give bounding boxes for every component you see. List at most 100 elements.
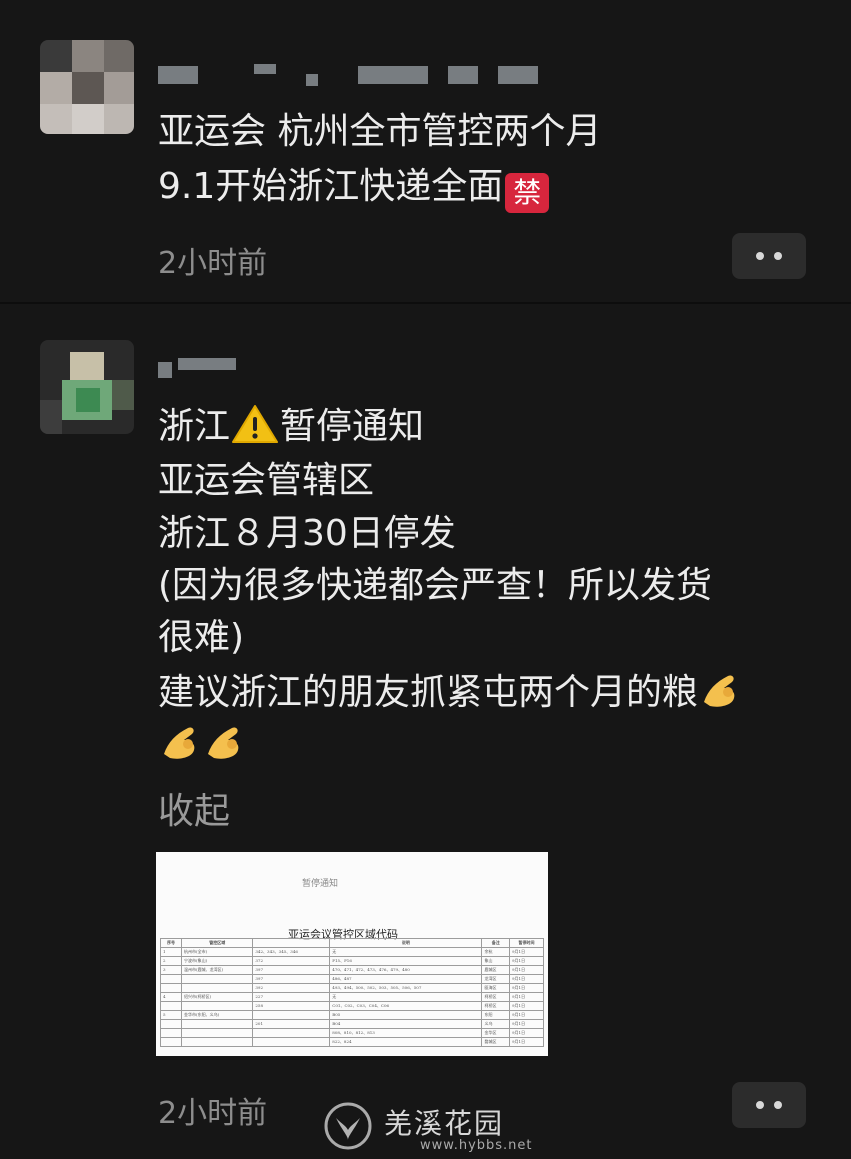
table-header-cell xyxy=(252,938,331,948)
doc-header: 暂停通知 xyxy=(302,879,339,889)
table-cell: 372 xyxy=(252,956,331,966)
table-cell: 金华区 xyxy=(481,1028,510,1038)
table-cell: 绍兴市(柯桥区) xyxy=(181,992,254,1002)
table-cell: 9月1日 xyxy=(508,1028,545,1038)
table-cell: 1 xyxy=(159,947,183,957)
avatar[interactable] xyxy=(40,340,134,434)
username-blurred[interactable] xyxy=(158,58,578,88)
post-text-line: 建议浙江的朋友抓紧屯两个月的粮 xyxy=(158,668,742,715)
table-cell: 808、810、812、813 xyxy=(329,1028,483,1038)
watermark: 羌溪花园 www.hybbs.net xyxy=(322,1098,552,1154)
table-cell xyxy=(159,1028,183,1038)
post-text-line: 浙江 暂停通知 xyxy=(158,404,424,449)
table-cell: 493、494、500、502、503、505、506、507 xyxy=(329,983,483,993)
table-cell: 杭州市(全市) xyxy=(181,947,254,957)
table-cell: 822、824 xyxy=(329,1037,483,1047)
table-cell: 258 xyxy=(252,1001,331,1011)
dot-icon xyxy=(756,252,764,260)
dot-icon xyxy=(774,252,782,260)
post-text: 建议浙江的朋友抓紧屯两个月的粮 xyxy=(158,672,699,713)
table-cell: 瓯海区 xyxy=(481,983,510,993)
table-cell: 9月1日 xyxy=(508,1010,545,1020)
more-actions-button[interactable] xyxy=(732,233,806,279)
table-cell xyxy=(252,1010,331,1020)
table-cell: 9月1日 xyxy=(508,956,545,966)
table-cell: 4 xyxy=(159,992,183,1002)
table-cell xyxy=(181,983,254,993)
table-row: 822、824 婺城区 9月1日 xyxy=(159,1037,545,1047)
table-cell xyxy=(159,983,183,993)
ok-hand-icon xyxy=(704,675,735,707)
table-cell: 9月1日 xyxy=(508,1019,545,1029)
table-cell: 象山 xyxy=(481,956,510,966)
table-cell xyxy=(252,1028,331,1038)
table-header-row: 序号 管控区域 说明 备注 暂停时间 xyxy=(159,938,545,948)
table-cell xyxy=(181,1028,254,1038)
table-row: 1 杭州市(全市) 342、343、345、346 无余杭 9月1日 xyxy=(159,947,545,957)
watermark-text: 羌溪花园 xyxy=(384,1107,505,1140)
post-text: 浙江 xyxy=(158,406,231,447)
table-cell xyxy=(159,1037,183,1047)
table-row: 397 486、487 龙湾区 9月1日 xyxy=(159,974,545,984)
table-header-cell: 序号 xyxy=(159,938,183,948)
table-cell: 婺城区 xyxy=(481,1037,510,1047)
table-row: 258 C01、C02、C03、C04、C06 柯桥区 9月1日 xyxy=(159,1001,545,1011)
attachment-image[interactable]: 暂停通知 亚运会议管控区域代码 序号 管控区域 说明 备注 暂停时间 1 杭州市(… xyxy=(156,852,548,1056)
post-text-line: 亚运会 杭州全市管控两个月 xyxy=(158,111,602,152)
ok-hand-icon xyxy=(164,727,195,759)
table-cell: 342、343、345、346 xyxy=(252,947,331,957)
table-cell: 227 xyxy=(252,992,331,1002)
avatar[interactable] xyxy=(40,40,134,134)
post-text-line: 很难) xyxy=(158,617,245,658)
post-text: 9.1开始浙江快递全面 xyxy=(158,166,504,207)
more-actions-button[interactable] xyxy=(732,1082,806,1128)
table-row: 808、810、812、813 金华区 9月1日 xyxy=(159,1028,545,1038)
table-cell: 东阳 xyxy=(481,1010,510,1020)
post-text-line: 亚运会管辖区 xyxy=(158,460,375,501)
table-cell: 3 xyxy=(159,965,183,975)
username-blurred[interactable] xyxy=(158,352,248,382)
table-cell: B05 xyxy=(329,1010,483,1020)
post-time: 2小时前 xyxy=(158,246,268,281)
table-cell: 486、487 xyxy=(329,974,483,984)
watermark-url: www.hybbs.net xyxy=(420,1138,533,1153)
table-cell: 9月1日 xyxy=(508,1001,545,1011)
post-text-line: 浙江８月30日停发 xyxy=(158,513,456,554)
table-cell: 9月1日 xyxy=(508,983,545,993)
collapse-link[interactable]: 收起 xyxy=(158,782,230,834)
moment-post-1: 亚运会 杭州全市管控两个月 9.1开始浙江快递全面禁 2小时前 xyxy=(0,0,851,300)
table-cell: 470、471、472、473、476、479、480 xyxy=(329,965,483,975)
table-header-cell: 备注 xyxy=(481,938,510,948)
table-cell xyxy=(181,1019,254,1029)
table-cell: 柯桥区 xyxy=(481,1001,510,1011)
table-cell xyxy=(159,974,183,984)
table-cell: 392 xyxy=(252,983,331,993)
table-row: 5 金华市(东阳、义乌) B05 东阳 9月1日 xyxy=(159,1010,545,1020)
table-cell: 义乌 xyxy=(481,1019,510,1029)
table-cell: 无 xyxy=(329,992,483,1002)
table-cell xyxy=(181,1001,254,1011)
table-row: 4 绍兴市(柯桥区) 227 无柯桥区 9月1日 xyxy=(159,992,545,1002)
table-row: 3 温州市(鹿城、龙湾区) 397 470、471、472、473、476、479、4… xyxy=(159,965,545,975)
table-row: 201 B04 义乌 9月1日 xyxy=(159,1019,545,1029)
table-cell: 龙湾区 xyxy=(481,974,510,984)
ban-emoji-icon: 禁 xyxy=(505,173,550,213)
table-header-cell: 说明 xyxy=(329,938,483,948)
table-row: 2 宁波市(象山) 372 P15、P16 象山 9月1日 xyxy=(159,956,545,966)
table-cell: 5 xyxy=(159,1010,183,1020)
warning-icon xyxy=(232,405,279,443)
table-cell xyxy=(159,1001,183,1011)
dot-icon xyxy=(774,1101,782,1109)
table-cell: 柯桥区 xyxy=(481,992,510,1002)
site-logo-icon xyxy=(324,1102,372,1150)
post-time: 2小时前 xyxy=(158,1096,268,1131)
table-cell: B04 xyxy=(329,1019,483,1029)
table-cell: 2 xyxy=(159,956,183,966)
table-cell: 宁波市(象山) xyxy=(181,956,254,966)
table-cell: P15、P16 xyxy=(329,956,483,966)
ok-hand-icon xyxy=(208,727,239,759)
table-cell: 9月1日 xyxy=(508,974,545,984)
table-cell: 201 xyxy=(252,1019,331,1029)
table-cell: 鹿城区 xyxy=(481,965,510,975)
table-cell: C01、C02、C03、C04、C06 xyxy=(329,1001,483,1011)
